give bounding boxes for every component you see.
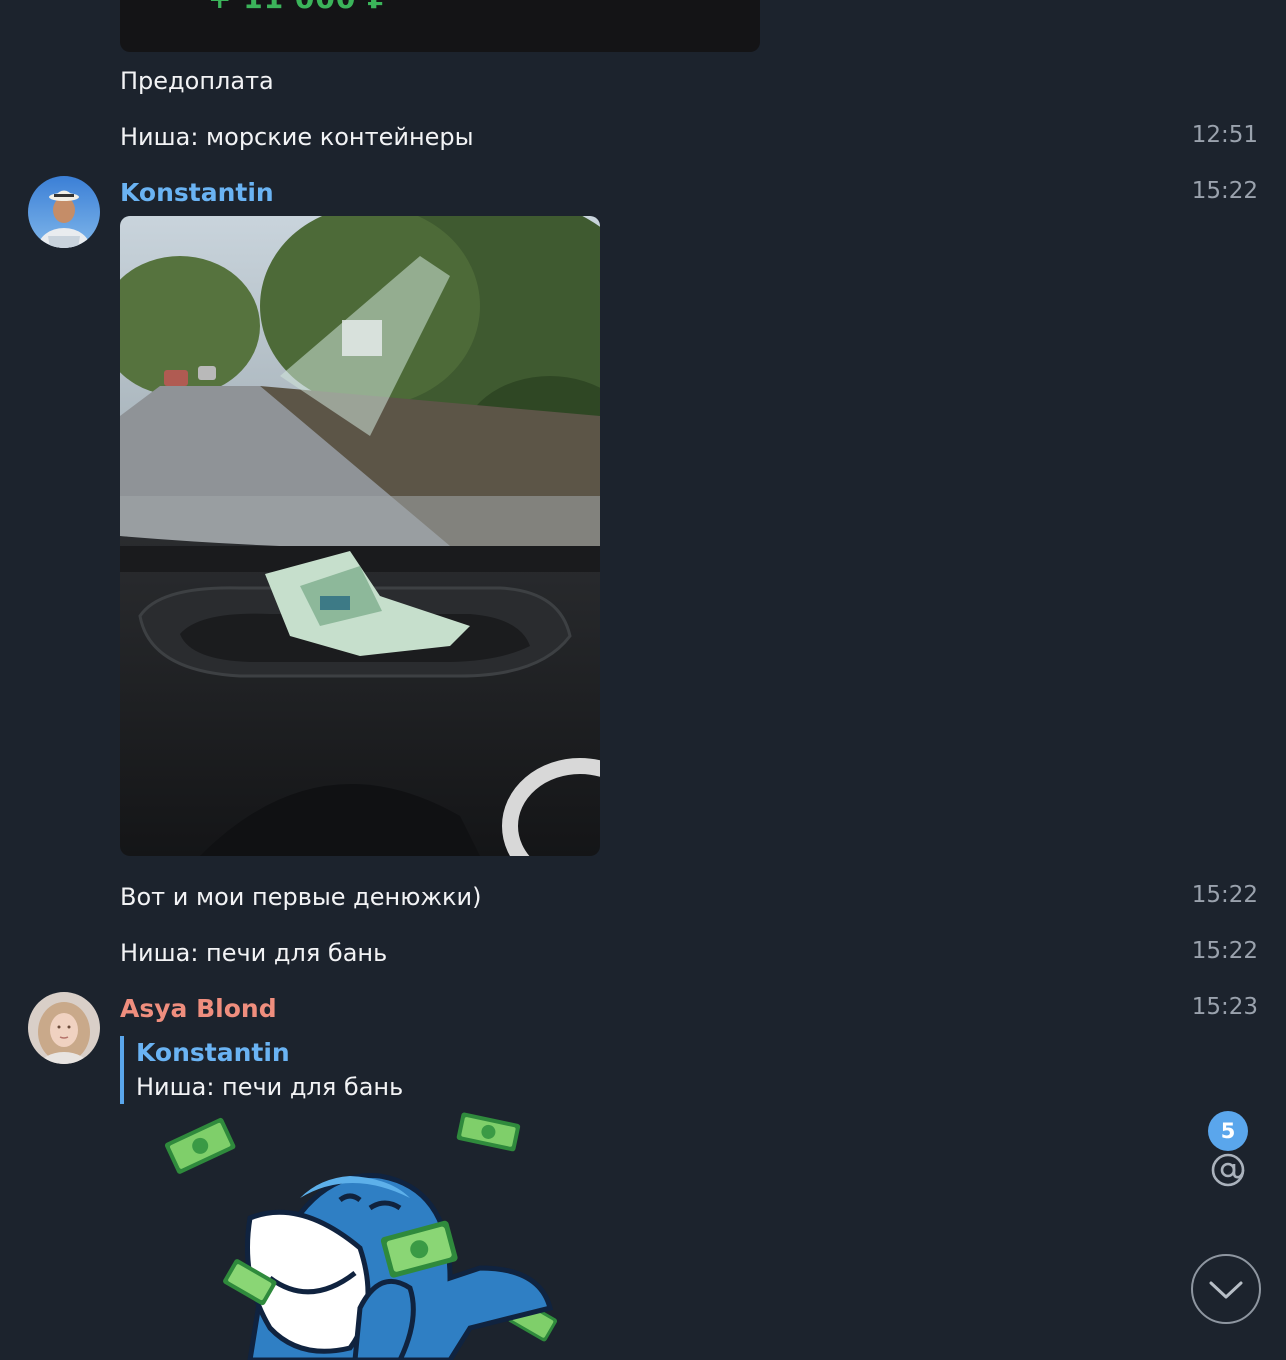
message-time: 15:22 xyxy=(1191,882,1258,908)
mention-at-icon[interactable] xyxy=(1207,1150,1249,1190)
scroll-to-bottom-button[interactable] xyxy=(1191,1254,1261,1324)
payment-amount: + 11 000 ₽ xyxy=(208,0,388,15)
sender-name-asya-blond[interactable]: Asya Blond xyxy=(120,994,277,1023)
message-time: 15:23 xyxy=(1191,994,1258,1020)
message-text-first-money: Вот и мои первые денюжки) xyxy=(120,883,482,911)
reply-sender-name: Konstantin xyxy=(136,1038,290,1067)
photo-money-on-dashboard xyxy=(120,216,600,856)
at-sign-icon xyxy=(1211,1153,1245,1187)
chevron-down-icon xyxy=(1209,1281,1243,1299)
shark-money-sticker[interactable] xyxy=(150,1108,590,1360)
avatar-konstantin-image xyxy=(28,176,100,248)
mention-count-badge[interactable]: 5 xyxy=(1208,1111,1248,1151)
reply-quote[interactable]: Konstantin Ниша: печи для бань xyxy=(120,1036,403,1104)
avatar-asya-blond-image xyxy=(28,992,100,1064)
avatar-konstantin[interactable] xyxy=(28,176,100,248)
avatar-asya-blond[interactable] xyxy=(28,992,100,1064)
photo-message[interactable] xyxy=(120,216,600,856)
message-time: 15:22 xyxy=(1191,178,1258,204)
shark-sticker-image xyxy=(164,1112,558,1360)
message-time: 12:51 xyxy=(1191,122,1258,148)
message-text-niche-containers: Ниша: морские контейнеры xyxy=(120,123,474,151)
payment-card[interactable]: + 11 000 ₽ xyxy=(120,0,760,52)
message-text-niche-stoves: Ниша: печи для бань xyxy=(120,939,388,967)
reply-text: Ниша: печи для бань xyxy=(136,1073,404,1101)
sender-name-konstantin[interactable]: Konstantin xyxy=(120,178,274,207)
chat-history[interactable]: + 11 000 ₽ Предоплата Ниша: морские конт… xyxy=(0,0,1286,1360)
message-text-prepayment: Предоплата xyxy=(120,67,274,95)
message-time: 15:22 xyxy=(1191,938,1258,964)
